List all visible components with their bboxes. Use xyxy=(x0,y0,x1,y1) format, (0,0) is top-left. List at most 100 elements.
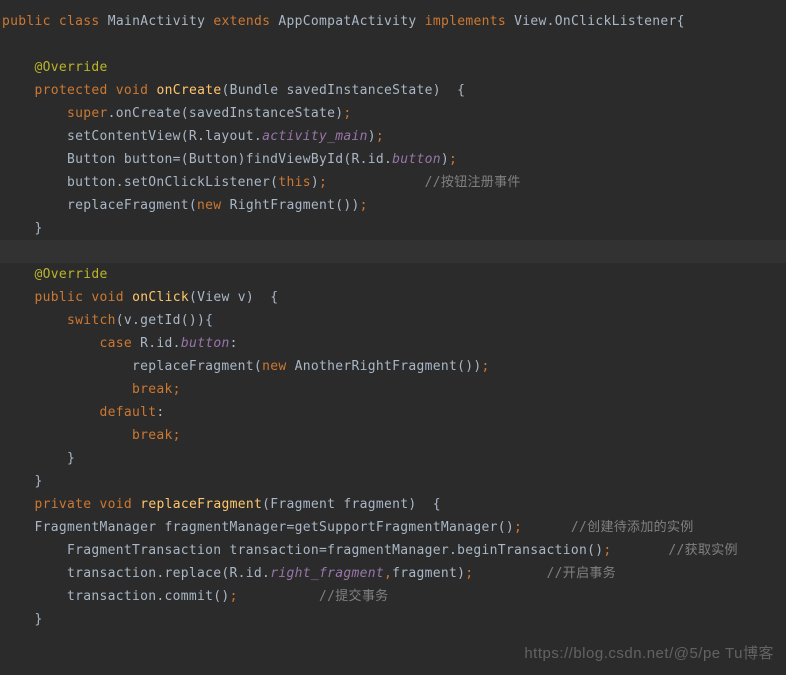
semi: ; xyxy=(230,589,238,604)
params: (Bundle savedInstanceState) { xyxy=(221,83,465,98)
keyword: void xyxy=(91,290,124,305)
code: .onCreate(savedInstanceState) xyxy=(108,106,344,121)
keyword-implements: implements xyxy=(425,14,506,29)
code-line[interactable]: switch(v.getId()){ xyxy=(0,309,786,332)
code-line[interactable] xyxy=(0,33,786,56)
keyword: super xyxy=(67,106,108,121)
code: Button button=(Button)findViewById(R.id. xyxy=(67,152,392,167)
brace: } xyxy=(35,474,43,489)
code: button.setOnClickListener( xyxy=(67,175,278,190)
type: AppCompatActivity xyxy=(278,14,416,29)
code: replaceFragment( xyxy=(132,359,262,374)
code-line-current[interactable] xyxy=(0,240,786,263)
code: transaction.replace(R.id. xyxy=(67,566,270,581)
code-line[interactable]: private void replaceFragment(Fragment fr… xyxy=(0,493,786,516)
code-line[interactable]: replaceFragment(new RightFragment()); xyxy=(0,194,786,217)
keyword: this xyxy=(278,175,311,190)
code-line[interactable]: FragmentManager fragmentManager=getSuppo… xyxy=(0,516,786,539)
field: right_fragment xyxy=(270,566,384,581)
code-line[interactable]: default: xyxy=(0,401,786,424)
code-line[interactable]: button.setOnClickListener(this); //按钮注册事… xyxy=(0,171,786,194)
class-name: MainActivity xyxy=(108,14,206,29)
keyword: break xyxy=(132,428,173,443)
code-line[interactable]: } xyxy=(0,608,786,631)
comment: //获取实例 xyxy=(668,543,737,558)
code-line[interactable]: public void onClick(View v) { xyxy=(0,286,786,309)
code: FragmentTransaction transaction=fragment… xyxy=(67,543,603,558)
keyword-public: public xyxy=(2,14,51,29)
code-line[interactable]: FragmentTransaction transaction=fragment… xyxy=(0,539,786,562)
brace: } xyxy=(67,451,75,466)
comment: //创建待添加的实例 xyxy=(571,520,694,535)
code-line[interactable]: transaction.commit(); //提交事务 xyxy=(0,585,786,608)
code: R.id. xyxy=(132,336,181,351)
close: ) xyxy=(311,175,319,190)
keyword: break xyxy=(132,382,173,397)
code: transaction.commit() xyxy=(67,589,230,604)
keyword-extends: extends xyxy=(213,14,270,29)
annotation: @Override xyxy=(35,267,108,282)
method-name: onClick xyxy=(132,290,189,305)
code-line[interactable]: break; xyxy=(0,378,786,401)
code-line[interactable]: case R.id.button: xyxy=(0,332,786,355)
field: button xyxy=(181,336,230,351)
comma: , xyxy=(384,566,392,581)
keyword: switch xyxy=(67,313,116,328)
code: FragmentManager fragmentManager=getSuppo… xyxy=(35,520,514,535)
keyword: new xyxy=(262,359,286,374)
semi: ; xyxy=(514,520,522,535)
brace: } xyxy=(35,612,43,627)
semi: ; xyxy=(343,106,351,121)
code-line[interactable]: transaction.replace(R.id.right_fragment,… xyxy=(0,562,786,585)
code-line[interactable]: } xyxy=(0,447,786,470)
close: ) xyxy=(368,129,376,144)
params: (v.getId()){ xyxy=(116,313,214,328)
keyword: new xyxy=(197,198,221,213)
keyword: private xyxy=(35,497,92,512)
code-line[interactable]: } xyxy=(0,470,786,493)
annotation: @Override xyxy=(35,60,108,75)
semi: ; xyxy=(360,198,368,213)
code-line[interactable]: public class MainActivity extends AppCom… xyxy=(0,10,786,33)
semi: ; xyxy=(482,359,490,374)
comment: //开启事务 xyxy=(547,566,616,581)
semi: ; xyxy=(465,566,473,581)
code-line[interactable]: Button button=(Button)findViewById(R.id.… xyxy=(0,148,786,171)
watermark-text: https://blog.csdn.net/@5/pe Tu博客 xyxy=(524,642,774,665)
type: View.OnClickListener{ xyxy=(514,14,685,29)
code: AnotherRightFragment()) xyxy=(286,359,481,374)
code-line[interactable]: @Override xyxy=(0,56,786,79)
colon: : xyxy=(156,405,164,420)
keyword: void xyxy=(100,497,133,512)
semi: ; xyxy=(173,382,181,397)
keyword: void xyxy=(116,83,149,98)
code-line[interactable]: setContentView(R.layout.activity_main); xyxy=(0,125,786,148)
brace: } xyxy=(35,221,43,236)
code: fragment) xyxy=(392,566,465,581)
code-line[interactable]: replaceFragment(new AnotherRightFragment… xyxy=(0,355,786,378)
code: setContentView(R.layout. xyxy=(67,129,262,144)
semi: ; xyxy=(449,152,457,167)
method-name: replaceFragment xyxy=(140,497,262,512)
keyword: case xyxy=(100,336,133,351)
code: replaceFragment( xyxy=(67,198,197,213)
code-line[interactable]: @Override xyxy=(0,263,786,286)
colon: : xyxy=(230,336,238,351)
comment: //按钮注册事件 xyxy=(425,175,521,190)
keyword-class: class xyxy=(59,14,100,29)
params: (Fragment fragment) { xyxy=(262,497,441,512)
code-line[interactable]: super.onCreate(savedInstanceState); xyxy=(0,102,786,125)
comment: //提交事务 xyxy=(319,589,388,604)
code-line[interactable]: protected void onCreate(Bundle savedInst… xyxy=(0,79,786,102)
semi: ; xyxy=(319,175,327,190)
code-line[interactable]: break; xyxy=(0,424,786,447)
method-name: onCreate xyxy=(156,83,221,98)
code-line[interactable]: } xyxy=(0,217,786,240)
code: RightFragment()) xyxy=(221,198,359,213)
field: button xyxy=(392,152,441,167)
field: activity_main xyxy=(262,129,368,144)
keyword: default xyxy=(100,405,157,420)
semi: ; xyxy=(173,428,181,443)
keyword: public xyxy=(35,290,84,305)
semi: ; xyxy=(603,543,611,558)
